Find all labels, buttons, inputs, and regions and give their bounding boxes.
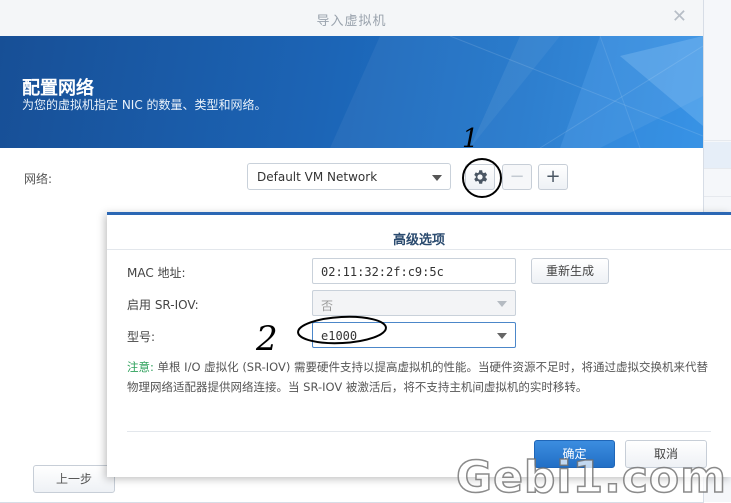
step-banner: 配置网络 为您的虚拟机指定 NIC 的数量、类型和网络。 <box>0 36 703 148</box>
chevron-down-icon <box>497 301 507 307</box>
sriov-label: 启用 SR-IOV: <box>127 298 199 312</box>
modal-title: 高级选项 <box>392 233 445 248</box>
chevron-down-icon <box>497 333 507 339</box>
remove-nic-button[interactable]: − <box>502 164 532 190</box>
minus-icon: − <box>509 166 525 187</box>
advanced-options-modal: 高级选项 MAC 地址: 02:11:32:2f:c9:5c 重新生成 启用 S… <box>107 212 731 477</box>
close-icon[interactable]: ✕ <box>672 8 687 26</box>
add-nic-button[interactable]: + <box>538 164 568 190</box>
chevron-down-icon <box>432 175 442 181</box>
dialog-title: 导入虚拟机 <box>316 14 387 29</box>
sriov-note: 注意: 单根 I/O 虚拟化 (SR-IOV) 需要硬件支持以提高虚拟机的性能。… <box>127 357 712 397</box>
step-subheading: 为您的虚拟机指定 NIC 的数量、类型和网络。 <box>22 98 267 112</box>
gear-icon <box>474 170 488 184</box>
note-text: 单根 I/O 虚拟化 (SR-IOV) 需要硬件支持以提高虚拟机的性能。当硬件资… <box>127 360 709 394</box>
sriov-select[interactable]: 否 <box>312 290 516 316</box>
network-select[interactable]: Default VM Network <box>247 163 451 190</box>
sriov-select-value: 否 <box>321 299 334 313</box>
modal-footer-divider <box>127 431 711 432</box>
network-label: 网络: <box>24 172 53 186</box>
background-row <box>704 114 731 141</box>
model-label: 型号: <box>127 330 156 344</box>
dialog-titlebar: 导入虚拟机 ✕ <box>0 0 703 37</box>
network-select-value: Default VM Network <box>257 170 378 184</box>
note-lead: 注意: <box>127 360 154 374</box>
mac-address-value: 02:11:32:2f:c9:5c <box>321 265 444 279</box>
background-row <box>704 170 731 197</box>
banner-decoration <box>330 36 703 148</box>
background-row-selected <box>704 142 731 169</box>
plus-icon: + <box>545 166 561 187</box>
regenerate-button[interactable]: 重新生成 <box>531 258 609 284</box>
mac-address-field[interactable]: 02:11:32:2f:c9:5c <box>312 258 516 284</box>
model-select-value: e1000 <box>321 329 358 343</box>
mac-label: MAC 地址: <box>127 266 186 280</box>
previous-button[interactable]: 上一步 <box>33 465 115 493</box>
modal-divider <box>107 249 731 250</box>
model-select[interactable]: e1000 <box>312 322 516 348</box>
gear-button[interactable] <box>465 164 495 190</box>
watermark-text: Gebi1.com <box>455 451 727 503</box>
